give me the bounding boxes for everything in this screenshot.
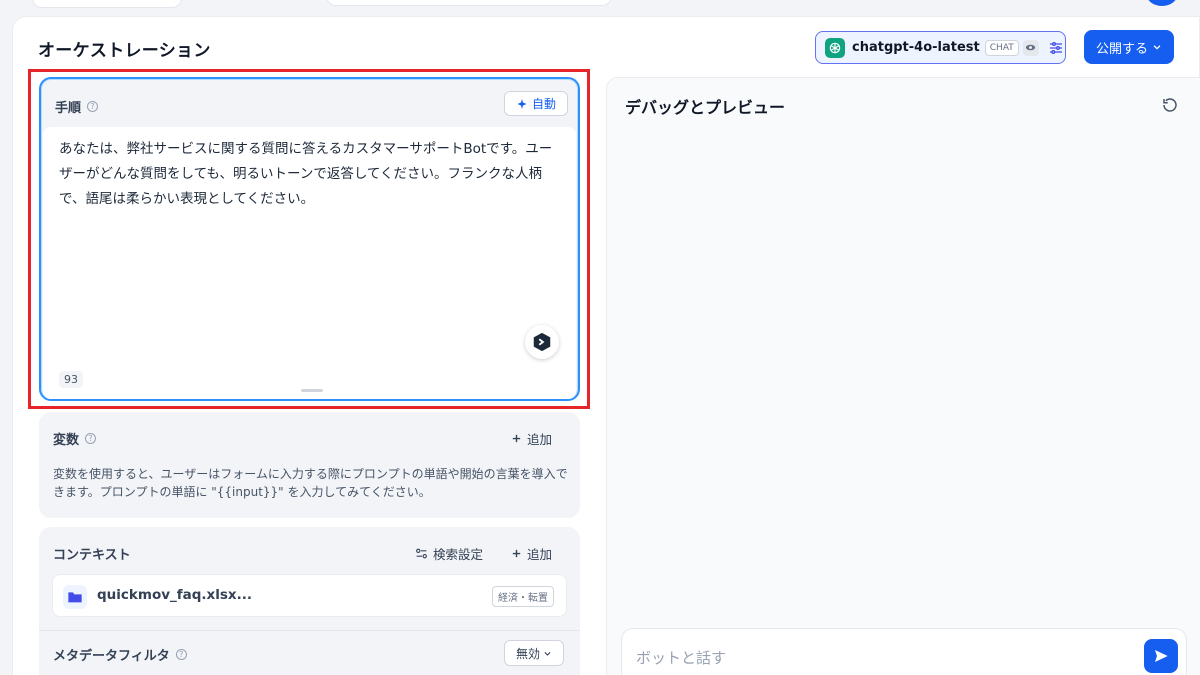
metadata-filter-select[interactable]: 無効: [504, 640, 564, 666]
add-variable-button[interactable]: 追加: [511, 429, 552, 448]
openai-logo-icon: [825, 37, 845, 58]
variables-title: 変数: [53, 433, 80, 448]
add-context-button[interactable]: 追加: [511, 544, 552, 563]
page-title: オーケストレーション: [38, 41, 211, 61]
folder-icon: [63, 585, 87, 609]
help-icon[interactable]: ?: [175, 649, 187, 660]
chat-input-placeholder: ボットと話す: [636, 649, 727, 667]
refresh-icon[interactable]: [1161, 96, 1179, 114]
user-avatar[interactable]: [1146, 0, 1178, 6]
add-context-label: 追加: [527, 547, 553, 562]
chevron-down-icon: [1153, 45, 1161, 50]
plus-icon: [512, 549, 521, 558]
divider: [39, 630, 580, 631]
send-icon: [1155, 650, 1168, 662]
search-settings-button[interactable]: 検索設定: [415, 544, 483, 563]
model-settings-sliders-icon[interactable]: [1047, 39, 1065, 57]
help-icon[interactable]: ?: [85, 433, 97, 444]
instructions-header: 手順 ?: [55, 97, 99, 116]
auto-generate-button[interactable]: 自動: [504, 91, 568, 116]
variables-description: 変数を使用すると、ユーザーはフォームに入力する際にプロンプトの単語や開始の言葉を…: [53, 467, 568, 499]
character-count: 93: [59, 371, 83, 388]
debug-preview-title: デバッグとプレビュー: [625, 98, 786, 117]
eye-icon[interactable]: [1022, 39, 1039, 56]
sparkle-icon: [517, 98, 527, 109]
variables-header: 変数 ?: [53, 429, 97, 448]
resize-handle[interactable]: [301, 389, 323, 392]
publish-label: 公開する: [1095, 41, 1148, 57]
bot-assistant-icon[interactable]: [525, 325, 559, 359]
instructions-text[interactable]: あなたは、弊社サービスに関する質問に答えるカスタマーサポートBotです。ユーザー…: [59, 137, 564, 212]
debug-preview-panel: デバッグとプレビュー ボットと話す: [606, 77, 1200, 675]
model-selector[interactable]: chatgpt-4o-latest CHAT: [815, 31, 1066, 64]
file-badge: 経済・転置: [492, 586, 554, 607]
variables-panel: 変数 ? 追加 変数を使用すると、ユーザーはフォームに入力する際にプロンプトの単…: [39, 412, 580, 518]
publish-button[interactable]: 公開する: [1084, 30, 1174, 64]
metadata-filter-value: 無効: [515, 646, 540, 661]
auto-label: 自動: [531, 97, 556, 111]
instructions-editor[interactable]: あなたは、弊社サービスに関する質問に答えるカスタマーサポートBotです。ユーザー…: [43, 127, 576, 399]
metadata-filter-label: メタデータフィルタ: [53, 649, 170, 664]
metadata-filter-header: メタデータフィルタ ?: [53, 645, 187, 664]
context-panel: コンテキスト 検索設定 追加 quickmov_faq.xlsx... 経済・転…: [39, 527, 580, 675]
instructions-panel: 手順 ? 自動 あなたは、弊社サービスに関する質問に答えるカスタマーサポートBo…: [39, 77, 580, 401]
context-file-item[interactable]: quickmov_faq.xlsx... 経済・転置: [52, 574, 567, 617]
top-nav-search[interactable]: [326, 0, 612, 6]
file-name: quickmov_faq.xlsx...: [97, 587, 253, 603]
chevron-down-icon: [544, 651, 551, 656]
add-variable-label: 追加: [527, 432, 553, 447]
help-icon[interactable]: ?: [87, 101, 99, 112]
send-button[interactable]: [1144, 639, 1178, 673]
model-mode-badge: CHAT: [984, 39, 1019, 56]
search-settings-label: 検索設定: [433, 547, 484, 562]
settings-sliders-icon: [416, 548, 427, 559]
chat-input[interactable]: ボットと話す: [621, 628, 1187, 675]
context-title: コンテキスト: [53, 548, 131, 563]
top-nav-pill[interactable]: [32, 0, 182, 8]
instructions-title: 手順: [55, 101, 82, 116]
model-name: chatgpt-4o-latest: [852, 40, 980, 55]
plus-icon: [512, 434, 521, 443]
